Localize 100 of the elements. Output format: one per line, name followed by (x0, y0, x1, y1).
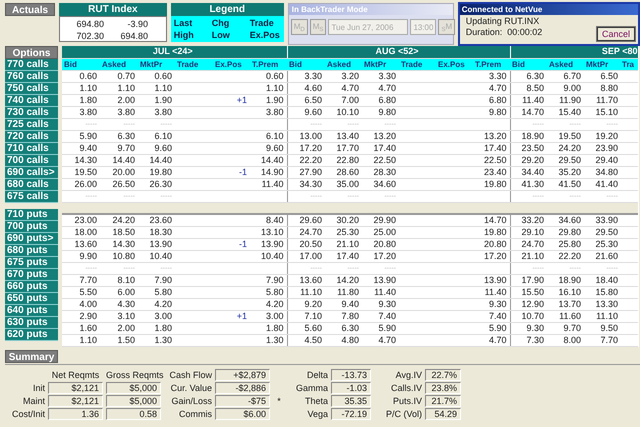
row-label[interactable]: 630 puts (5, 317, 58, 329)
table-cell: 11.90 (547, 94, 584, 106)
row-label[interactable]: 725 calls (5, 119, 58, 131)
column-header: Gross Reqmts (106, 369, 161, 381)
row-label[interactable]: 740 calls (5, 95, 58, 107)
cancel-button[interactable]: Cancel (596, 27, 635, 41)
table-cell: 22.50 (362, 154, 399, 166)
value-field: 1.36 (48, 408, 103, 420)
section-tab[interactable]: Options (5, 46, 58, 59)
table-cell: 13.20 (362, 130, 399, 142)
row-label[interactable]: 650 puts (5, 293, 58, 305)
table-cell: 9.20 (287, 298, 325, 310)
table-cell: 1.10 (62, 82, 100, 94)
row-label[interactable]: 700 puts (5, 221, 58, 233)
legend-label: Chg (212, 17, 230, 29)
table-cell: 14.70 (510, 106, 547, 118)
table-cell: 4.30 (100, 298, 138, 310)
table-cell: 22.80 (325, 154, 362, 166)
column-header: Ex.Pos (213, 58, 250, 70)
table-cell: 14.70 (473, 214, 510, 226)
table-cell: 17.20 (287, 142, 325, 154)
table-cell: 11.40 (473, 286, 510, 298)
table-cell: 16.10 (547, 286, 584, 298)
column-header: T.Prem (473, 58, 510, 70)
table-cell: 10.10 (325, 106, 362, 118)
row-label[interactable]: 720 calls (5, 131, 58, 143)
table-cell: 3.80 (62, 106, 100, 118)
row-label[interactable]: 700 calls (5, 155, 58, 167)
table-cell: 19.50 (62, 166, 100, 178)
table-cell: 18.50 (100, 226, 138, 238)
table-cell: 0.70 (100, 70, 138, 82)
table-cell: 35.00 (325, 178, 362, 190)
table-cell: 33.90 (584, 214, 621, 226)
row-label[interactable]: 670 puts (5, 269, 58, 281)
table-cell: 3.00 (138, 310, 175, 322)
table-cell: 34.60 (362, 178, 399, 190)
column-header: MktPr (362, 58, 399, 70)
table-cell: 2.90 (62, 310, 100, 322)
section-tab[interactable]: Summary (5, 350, 58, 363)
row-label[interactable]: 690 puts> (5, 233, 58, 245)
section-tab[interactable]: Actuals (5, 3, 55, 16)
marker-text: * (276, 395, 282, 407)
table-cell: 6.30 (100, 130, 138, 142)
row-label[interactable]: 690 calls> (5, 167, 58, 179)
table-cell: 11.60 (547, 310, 584, 322)
table-cell: 21.60 (584, 250, 621, 262)
table-cell: 4.00 (62, 298, 100, 310)
field-label: Gamma (294, 382, 328, 394)
table-cell: 18.00 (62, 226, 100, 238)
table-cell: 23.90 (584, 142, 621, 154)
table-cell: 28.60 (325, 166, 362, 178)
table-cell: 14.40 (100, 154, 138, 166)
table-cell: 11.10 (287, 286, 325, 298)
legend-label: Low (212, 29, 231, 41)
row-label[interactable]: 710 puts (5, 209, 58, 221)
table-cell: 41.50 (547, 178, 584, 190)
row-label[interactable]: 675 calls (5, 191, 58, 203)
table-cell: 1.30 (250, 334, 287, 346)
table-cell: 24.20 (100, 214, 138, 226)
row-label[interactable]: 770 calls (5, 59, 58, 71)
table-cell: 20.80 (473, 238, 510, 250)
table-cell: 11.40 (250, 178, 287, 190)
row-label[interactable]: 760 calls (5, 71, 58, 83)
table-cell: 4.70 (325, 82, 362, 94)
table-cell: 29.80 (547, 226, 584, 238)
table-cell: 35.20 (547, 166, 584, 178)
row-label[interactable]: 660 puts (5, 281, 58, 293)
table-cell: 17.90 (510, 274, 547, 286)
field-label: Calls.IV (390, 382, 422, 394)
row-label[interactable]: 730 calls (5, 107, 58, 119)
row-label[interactable]: 675 puts (5, 257, 58, 269)
row-label[interactable]: 620 puts (5, 329, 58, 341)
field-label: P/C (Vol) (384, 408, 422, 420)
field-label: Delta (306, 369, 328, 381)
table-cell: 9.40 (62, 142, 100, 154)
value-field: 54.29 (425, 408, 461, 420)
table-cell: 4.70 (473, 334, 510, 346)
table-cell: 1.10 (138, 82, 175, 94)
row-label[interactable]: 640 puts (5, 305, 58, 317)
table-cell: +1 (213, 94, 250, 106)
table-cell: 1.10 (62, 334, 100, 346)
table-cell: -1 (213, 238, 250, 250)
column-header: Tra (621, 58, 638, 70)
row-label[interactable]: 680 calls (5, 179, 58, 191)
table-cell: 18.40 (584, 274, 621, 286)
row-label[interactable]: 680 puts (5, 245, 58, 257)
table-cell: 5.60 (287, 322, 325, 334)
table-cell: 18.90 (547, 274, 584, 286)
table-cell: 25.80 (547, 238, 584, 250)
row-label[interactable]: 750 calls (5, 83, 58, 95)
table-cell: 24.70 (510, 238, 547, 250)
row-label[interactable]: 710 calls (5, 143, 58, 155)
table-cell: 6.10 (138, 130, 175, 142)
index-value: 694.80 (75, 18, 104, 30)
table-cell: 6.50 (584, 70, 621, 82)
table-cell: 33.20 (510, 214, 547, 226)
table-cell: 25.30 (325, 226, 362, 238)
table-cell: 10.40 (138, 250, 175, 262)
table-cell: 3.30 (287, 70, 325, 82)
table-cell: 26.50 (100, 178, 138, 190)
